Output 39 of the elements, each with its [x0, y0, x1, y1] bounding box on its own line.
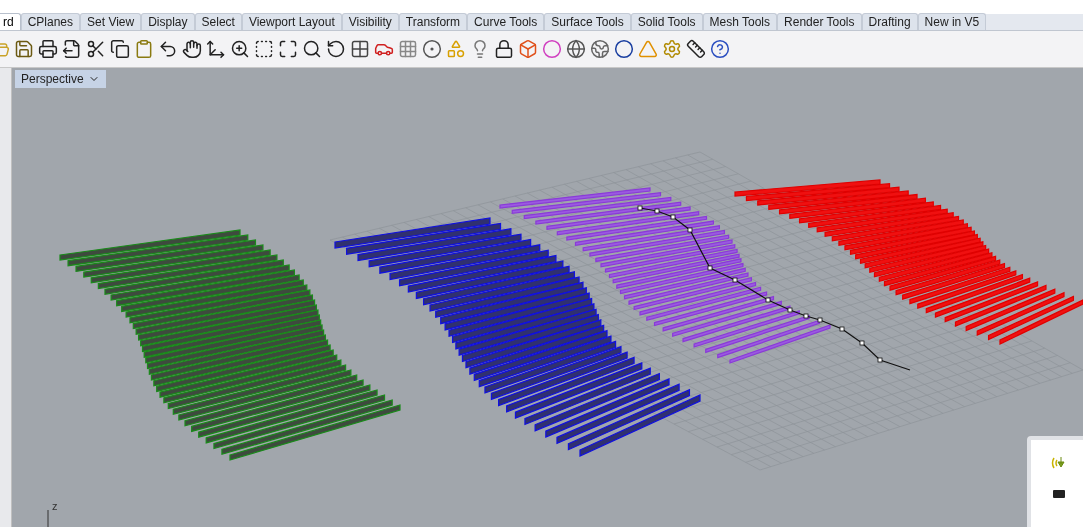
zoom-window-icon[interactable] — [254, 39, 274, 59]
hand-icon[interactable] — [182, 39, 202, 59]
zoom-in-icon[interactable] — [230, 39, 250, 59]
zoom-extents-icon[interactable] — [278, 39, 298, 59]
toolbar-tab[interactable]: Set View — [80, 13, 142, 30]
toolbar-tab[interactable]: Visibility — [341, 13, 399, 30]
box-icon[interactable] — [518, 39, 538, 59]
toolbar-tab[interactable]: New in V5 — [917, 13, 987, 30]
tablet-icon — [1053, 490, 1065, 498]
toolbar-tab[interactable]: Render Tools — [777, 13, 862, 30]
toolbar-tab[interactable]: Select — [194, 13, 242, 30]
help-icon[interactable] — [710, 39, 730, 59]
zoom-selected-icon[interactable] — [302, 39, 322, 59]
toolbar-tab[interactable]: rd — [0, 13, 21, 30]
toolbar-tab[interactable]: Solid Tools — [630, 13, 703, 30]
axis-label: z — [52, 499, 58, 514]
scissors-icon[interactable] — [86, 39, 106, 59]
toolbar-tab[interactable]: Display — [141, 13, 195, 30]
dimension-icon[interactable] — [686, 39, 706, 59]
printer-icon[interactable] — [38, 39, 58, 59]
toolbar-tab[interactable]: Transform — [398, 13, 468, 30]
document-icon[interactable] — [62, 39, 82, 59]
toolbar-tab[interactable]: Mesh Tools — [702, 13, 778, 30]
lock-icon[interactable] — [494, 39, 514, 59]
toolbar-tab[interactable]: Curve Tools — [467, 13, 545, 30]
toolbar-tab[interactable]: CPlanes — [20, 13, 81, 30]
download-icon — [1051, 456, 1067, 470]
save-icon[interactable] — [14, 39, 34, 59]
undo-view-icon[interactable] — [326, 39, 346, 59]
four-viewports-icon[interactable] — [350, 39, 370, 59]
circle-icon[interactable] — [422, 39, 442, 59]
toolbar-tab[interactable]: Surface Tools — [544, 13, 631, 30]
toolbar-tab[interactable]: Drafting — [861, 13, 918, 30]
z-axis-line — [47, 509, 49, 527]
clipboard-icon[interactable] — [134, 39, 154, 59]
copy-icon[interactable] — [110, 39, 130, 59]
toolbar-tab[interactable]: Viewport Layout — [241, 13, 342, 30]
undo-icon[interactable] — [158, 39, 178, 59]
grid-icon[interactable] — [398, 39, 418, 59]
